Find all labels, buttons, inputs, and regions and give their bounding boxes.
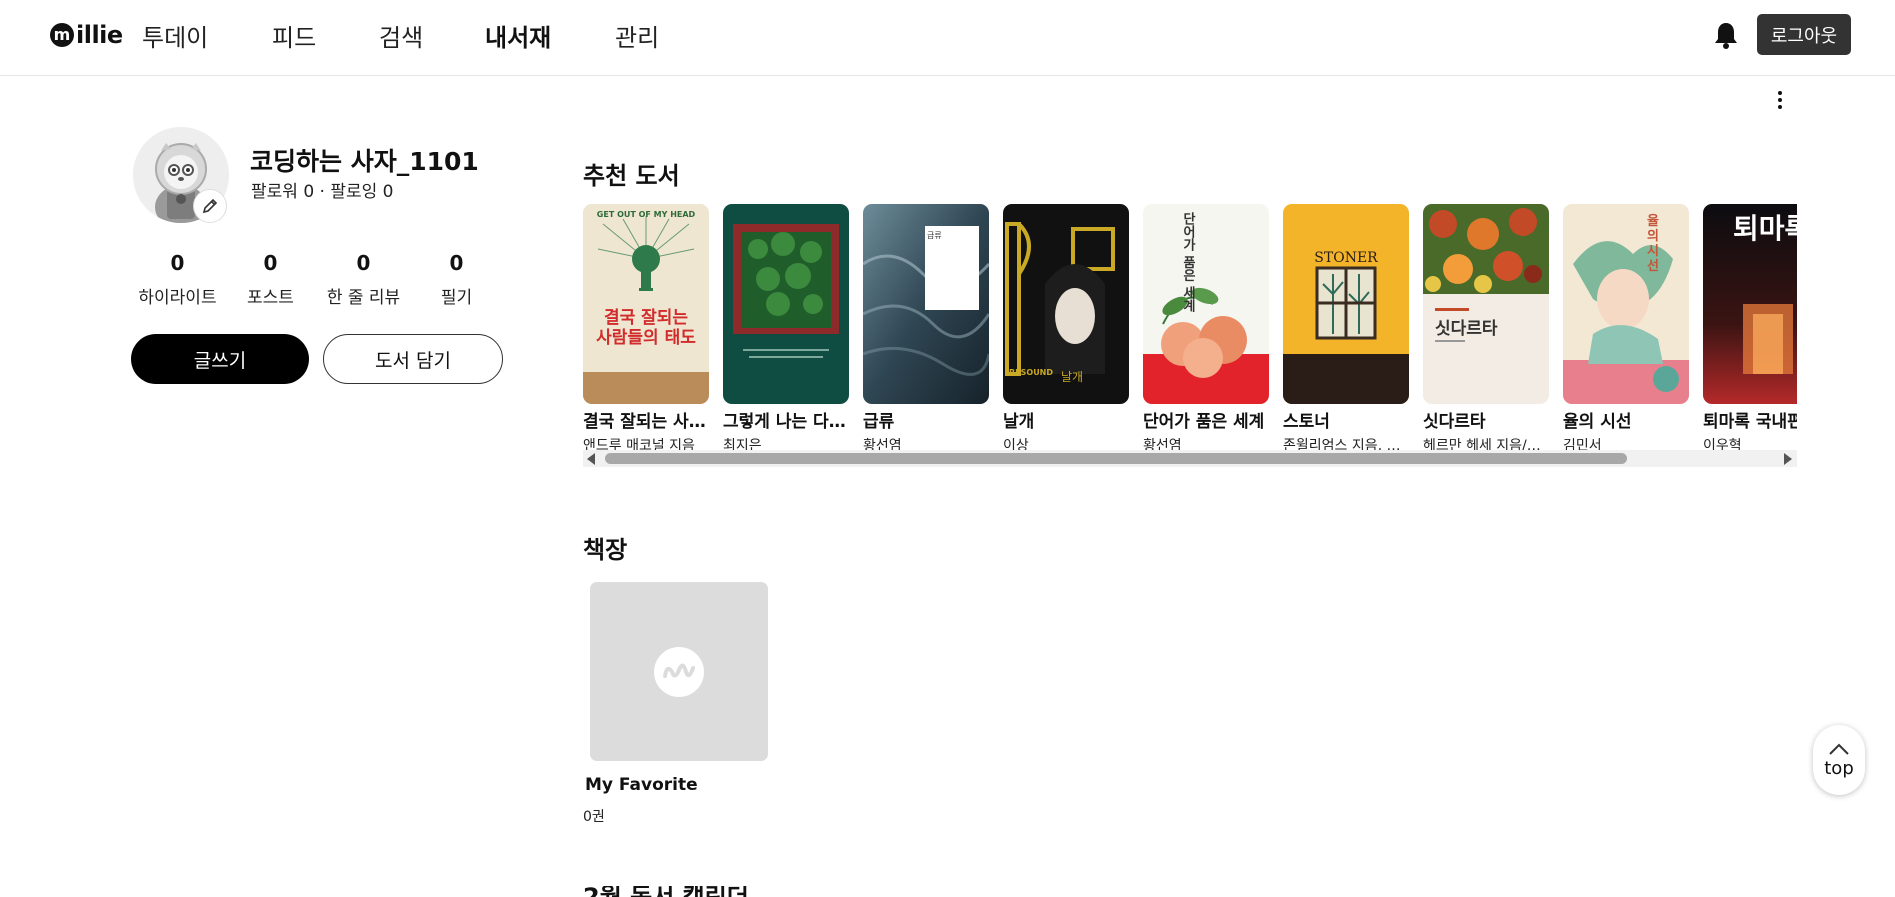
cover-title-text: 날개 — [1061, 370, 1084, 384]
book-title: 급류 — [863, 412, 895, 432]
book-card[interactable]: RESOUND 날개 날개 이상 — [1003, 204, 1129, 454]
book-card[interactable]: 퇴마록 퇴마록 국내편 1 이우혁 — [1703, 204, 1797, 454]
cover-title-text: 싯다르타 — [1435, 319, 1498, 339]
avatar-edit-button[interactable] — [193, 189, 227, 223]
book-title: 단어가 품은 세계 — [1143, 412, 1265, 432]
book-title: 퇴마록 국내편 1 — [1703, 412, 1797, 432]
book-title: 율의 시선 — [1563, 412, 1632, 432]
book-cover: 퇴마록 — [1703, 204, 1797, 404]
book-cover: GET OUT OF MY HEAD 결국 잘되는 사람들의 태도 — [583, 204, 709, 404]
recommend-section-title: 추천 도서 — [583, 162, 680, 190]
stat-highlight[interactable]: 0 하이라이트 — [131, 251, 224, 308]
millie-placeholder-icon — [654, 646, 704, 697]
shelf-name[interactable]: My Favorite — [585, 775, 698, 795]
book-cover: 싯다르타 — [1423, 204, 1549, 404]
stat-value: 0 — [263, 251, 278, 275]
shelf-count: 0권 — [583, 809, 605, 825]
book-cover: STONER — [1283, 204, 1409, 404]
cover-title-text: 단어가 품은 세계 — [1180, 212, 1195, 313]
carousel-scrollbar[interactable] — [583, 450, 1797, 467]
stat-label: 한 줄 리뷰 — [326, 288, 401, 308]
book-card[interactable]: 단어가 품은 세계 단어가 품은 세계 황선염 — [1143, 204, 1269, 454]
nav-my-library[interactable]: 내서재 — [485, 18, 615, 53]
logout-button[interactable]: 로그아웃 — [1757, 14, 1851, 55]
stat-post[interactable]: 0 포스트 — [224, 251, 317, 308]
book-cover — [723, 204, 849, 404]
top-button-label: top — [1824, 757, 1854, 779]
scroll-right-arrow-icon[interactable] — [1784, 453, 1792, 465]
add-book-button[interactable]: 도서 담기 — [323, 334, 503, 384]
book-title: 그렇게 나는 다정한 사람이 되었다 — [723, 412, 849, 432]
nav-manage[interactable]: 관리 — [615, 18, 659, 53]
stat-value: 0 — [449, 251, 464, 275]
shelf-card[interactable] — [590, 582, 768, 761]
stat-note[interactable]: 0 필기 — [410, 251, 503, 308]
cover-title-text: 율의 시선 — [1647, 214, 1659, 274]
pencil-icon — [202, 198, 218, 214]
nav-feed[interactable]: 피드 — [272, 18, 379, 53]
stat-label: 포스트 — [247, 288, 294, 308]
nav-search[interactable]: 검색 — [379, 18, 485, 53]
book-card[interactable]: STONER 스토너 존윌리엄스 지음, 김승욱 옮김 — [1283, 204, 1409, 454]
stat-review[interactable]: 0 한 줄 리뷰 — [317, 251, 410, 308]
cover-title-text: 급류 — [927, 231, 942, 240]
top-header: m illie 투데이 피드 검색 내서재 관리 로그아웃 — [0, 0, 1895, 76]
scroll-left-arrow-icon[interactable] — [587, 453, 595, 465]
shelf-section-title: 책장 — [583, 536, 628, 564]
scroll-thumb[interactable] — [605, 453, 1627, 464]
follow-counts[interactable]: 팔로워 0 · 팔로잉 0 — [251, 177, 394, 202]
scroll-top-button[interactable]: top — [1813, 725, 1865, 795]
book-cover: RESOUND 날개 — [1003, 204, 1129, 404]
book-card[interactable]: 그렇게 나는 다정한 사람이 되었다 최지은 — [723, 204, 849, 454]
cover-title-text: STONER — [1314, 250, 1378, 266]
recommend-carousel: GET OUT OF MY HEAD 결국 잘되는 사람들의 태도 결국 잘되는… — [583, 204, 1797, 454]
stat-label: 하이라이트 — [138, 288, 217, 308]
millie-logo[interactable]: m illie — [50, 20, 123, 50]
stat-value: 0 — [356, 251, 371, 275]
book-card[interactable]: GET OUT OF MY HEAD 결국 잘되는 사람들의 태도 결국 잘되는… — [583, 204, 709, 454]
book-cover: 단어가 품은 세계 — [1143, 204, 1269, 404]
book-card[interactable]: 싯다르타 싯다르타 헤르만 헤세 지음/박병덕 옮김 — [1423, 204, 1549, 454]
reading-calendar-title: 2월 독서 캘린더 — [583, 886, 749, 897]
stat-label: 필기 — [440, 288, 473, 308]
more-options-icon[interactable] — [1770, 88, 1790, 112]
stat-value: 0 — [170, 251, 185, 275]
logo-text: illie — [76, 21, 123, 49]
book-cover: 율의 시선 — [1563, 204, 1689, 404]
profile-nickname: 코딩하는 사자_1101 — [250, 147, 479, 176]
cover-title-text: 결국 잘되는 사람들의 태도 — [596, 308, 696, 348]
book-card[interactable]: 율의 시선 율의 시선 김민서 — [1563, 204, 1689, 454]
reading-calendar-title-text: 2월 독서 캘린더 — [583, 886, 749, 897]
book-title: 싯다르타 — [1423, 412, 1486, 432]
book-card[interactable]: 급류 급류 황선염 — [863, 204, 989, 454]
book-cover: 급류 — [863, 204, 989, 404]
cover-top-text: GET OUT OF MY HEAD — [596, 210, 696, 219]
bell-icon[interactable] — [1712, 20, 1740, 50]
main-nav: 투데이 피드 검색 내서재 관리 — [142, 18, 659, 53]
book-title: 결국 잘되는 사람들의 태도 — [583, 412, 709, 432]
chevron-up-icon — [1829, 743, 1849, 755]
cover-top-text: RESOUND — [1009, 368, 1054, 377]
write-button[interactable]: 글쓰기 — [131, 334, 309, 384]
book-title: 스토너 — [1283, 412, 1330, 432]
profile-stats: 0 하이라이트 0 포스트 0 한 줄 리뷰 0 필기 — [131, 251, 503, 308]
logo-mark-icon: m — [50, 23, 74, 47]
cover-title-text: 퇴마록 — [1733, 212, 1797, 245]
nav-today[interactable]: 투데이 — [142, 18, 272, 53]
book-title: 날개 — [1003, 412, 1035, 432]
